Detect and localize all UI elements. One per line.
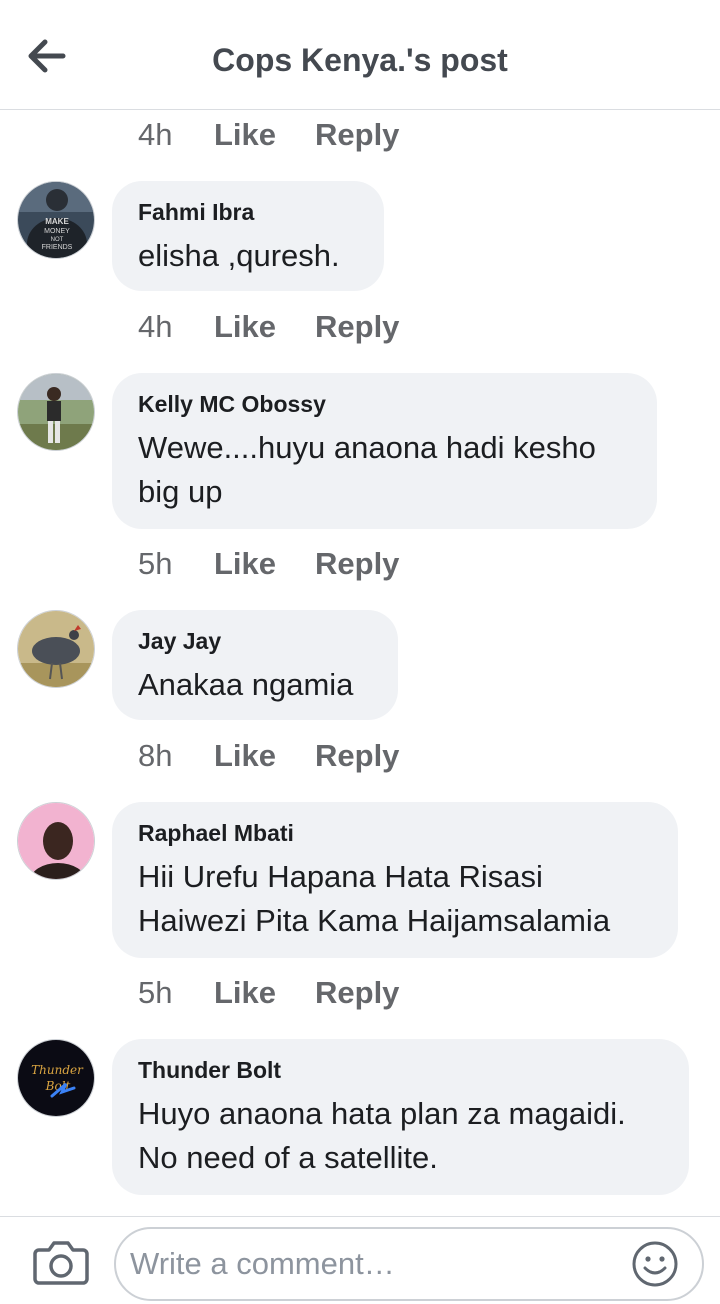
comment-author[interactable]: Raphael Mbati bbox=[138, 820, 652, 847]
avatar[interactable] bbox=[17, 802, 95, 880]
comment-time: 8h bbox=[138, 738, 173, 773]
screen: Cops Kenya.'s post 4h Like Reply MAKE MO… bbox=[0, 0, 720, 1304]
svg-text:MAKE: MAKE bbox=[45, 217, 69, 226]
comment-time: 5h bbox=[138, 546, 173, 581]
comment-text: Anakaa ngamia bbox=[138, 667, 354, 702]
camera-icon bbox=[33, 1241, 89, 1285]
comment-input[interactable] bbox=[114, 1227, 704, 1301]
comment-author[interactable]: Kelly MC Obossy bbox=[138, 391, 631, 418]
reply-button[interactable]: Reply bbox=[315, 546, 399, 582]
comment-bubble[interactable]: Kelly MC Obossy Wewe....huyu anaona hadi… bbox=[112, 373, 657, 529]
like-button[interactable]: Like bbox=[214, 546, 315, 582]
svg-text:MONEY: MONEY bbox=[44, 228, 70, 235]
comment-actions: 5h Like Reply bbox=[138, 544, 399, 584]
camera-button[interactable] bbox=[33, 1239, 89, 1285]
emoji-button[interactable] bbox=[630, 1239, 680, 1289]
profile-photo bbox=[18, 611, 94, 687]
comment-text: Wewe....huyu anaona hadi kesho big up bbox=[138, 430, 596, 509]
avatar[interactable]: MAKE MONEY NOT FRIENDS bbox=[17, 181, 95, 259]
comment-actions: 8h Like Reply bbox=[138, 736, 399, 776]
svg-text:Thunder: Thunder bbox=[31, 1063, 84, 1077]
smiley-icon bbox=[632, 1241, 678, 1287]
reply-button[interactable]: Reply bbox=[315, 309, 399, 345]
avatar[interactable] bbox=[17, 610, 95, 688]
avatar[interactable]: Thunder Bolt bbox=[17, 1039, 95, 1117]
top-bar: Cops Kenya.'s post bbox=[0, 0, 720, 110]
svg-text:FRIENDS: FRIENDS bbox=[42, 244, 73, 251]
profile-photo bbox=[18, 803, 94, 879]
comment-actions: 4h Like Reply bbox=[138, 115, 399, 155]
comment-text: elisha ,quresh. bbox=[138, 238, 340, 273]
comment-bubble[interactable]: Fahmi Ibra elisha ,quresh. bbox=[112, 181, 384, 291]
comment-time: 4h bbox=[138, 309, 173, 344]
page-title: Cops Kenya.'s post bbox=[212, 42, 508, 78]
comment-bubble[interactable]: Thunder Bolt Huyo anaona hata plan za ma… bbox=[112, 1039, 689, 1195]
comment-bubble[interactable]: Raphael Mbati Hii Urefu Hapana Hata Risa… bbox=[112, 802, 678, 958]
comment-actions: 5h Like Reply bbox=[138, 973, 399, 1013]
comment-author[interactable]: Thunder Bolt bbox=[138, 1057, 663, 1084]
comment-time: 5h bbox=[138, 975, 173, 1010]
comment-text: Huyo anaona hata plan za magaidi. No nee… bbox=[138, 1096, 626, 1175]
like-button[interactable]: Like bbox=[214, 117, 315, 153]
svg-text:NOT: NOT bbox=[51, 237, 64, 243]
profile-photo: Thunder Bolt bbox=[18, 1040, 94, 1116]
comments-feed[interactable]: 4h Like Reply MAKE MONEY NOT FRIENDS Fah… bbox=[0, 110, 720, 1216]
comment-author[interactable]: Fahmi Ibra bbox=[138, 199, 358, 226]
like-button[interactable]: Like bbox=[214, 738, 315, 774]
comment-bubble[interactable]: Jay Jay Anakaa ngamia bbox=[112, 610, 398, 720]
comment-time: 4h bbox=[138, 117, 173, 152]
profile-photo: MAKE MONEY NOT FRIENDS bbox=[18, 182, 94, 258]
comment-text: Hii Urefu Hapana Hata Risasi Haiwezi Pit… bbox=[138, 859, 611, 938]
comment-composer bbox=[0, 1216, 720, 1304]
reply-button[interactable]: Reply bbox=[315, 975, 399, 1011]
profile-photo bbox=[18, 374, 94, 450]
comment-author[interactable]: Jay Jay bbox=[138, 628, 372, 655]
reply-button[interactable]: Reply bbox=[315, 738, 399, 774]
like-button[interactable]: Like bbox=[214, 309, 315, 345]
like-button[interactable]: Like bbox=[214, 975, 315, 1011]
comment-actions: 4h Like Reply bbox=[138, 307, 399, 347]
avatar[interactable] bbox=[17, 373, 95, 451]
reply-button[interactable]: Reply bbox=[315, 117, 399, 153]
